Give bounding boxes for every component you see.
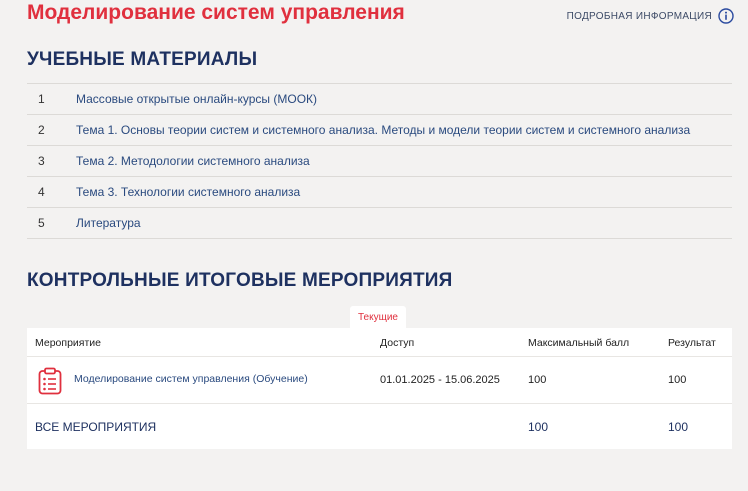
column-header-event: Мероприятие xyxy=(35,337,101,349)
table-total-row: ВСЕ МЕРОПРИЯТИЯ 100 100 xyxy=(27,404,732,449)
material-number: 1 xyxy=(38,92,45,106)
material-link[interactable]: Массовые открытые онлайн-курсы (МООК) xyxy=(76,92,317,106)
column-header-max-score: Максимальный балл xyxy=(528,337,630,349)
info-link[interactable]: ПОДРОБНАЯ ИНФОРМАЦИЯ xyxy=(567,8,734,24)
column-header-access: Доступ xyxy=(380,337,415,349)
total-max-score: 100 xyxy=(528,420,549,434)
material-row[interactable]: 2 Тема 1. Основы теории систем и системн… xyxy=(27,115,732,146)
event-result: 100 xyxy=(668,374,687,386)
materials-list: 1 Массовые открытые онлайн-курсы (МООК) … xyxy=(27,83,732,239)
table-header: Мероприятие Доступ Максимальный балл Рез… xyxy=(27,328,732,357)
material-link[interactable]: Тема 3. Технологии системного анализа xyxy=(76,185,300,199)
events-section-title: КОНТРОЛЬНЫЕ ИТОГОВЫЕ МЕРОПРИЯТИЯ xyxy=(27,270,453,291)
clipboard-task-icon xyxy=(38,367,62,395)
column-header-result: Результат xyxy=(668,337,716,349)
table-row: Моделирование систем управления (Обучени… xyxy=(27,357,732,404)
material-number: 2 xyxy=(38,123,45,137)
material-row[interactable]: 4 Тема 3. Технологии системного анализа xyxy=(27,177,732,208)
tab-current[interactable]: Текущие xyxy=(350,306,406,328)
material-number: 4 xyxy=(38,185,45,199)
material-link[interactable]: Тема 1. Основы теории систем и системног… xyxy=(76,123,690,137)
event-access-dates: 01.01.2025 - 15.06.2025 xyxy=(380,374,500,386)
material-number: 3 xyxy=(38,154,45,168)
material-number: 5 xyxy=(38,216,45,230)
event-link[interactable]: Моделирование систем управления (Обучени… xyxy=(74,373,308,385)
material-link[interactable]: Литература xyxy=(76,216,141,230)
info-link-label: ПОДРОБНАЯ ИНФОРМАЦИЯ xyxy=(566,10,712,22)
material-row[interactable]: 5 Литература xyxy=(27,208,732,239)
material-row[interactable]: 1 Массовые открытые онлайн-курсы (МООК) xyxy=(27,84,732,115)
material-link[interactable]: Тема 2. Методологии системного анализа xyxy=(76,154,310,168)
total-result: 100 xyxy=(668,420,689,434)
event-max-score: 100 xyxy=(528,374,547,386)
materials-section-title: УЧЕБНЫЕ МАТЕРИАЛЫ xyxy=(27,49,258,70)
info-circle-icon xyxy=(718,8,734,24)
material-row[interactable]: 3 Тема 2. Методологии системного анализа xyxy=(27,146,732,177)
course-title: Моделирование систем управления xyxy=(27,1,405,24)
events-table: Мероприятие Доступ Максимальный балл Рез… xyxy=(27,328,732,449)
total-label: ВСЕ МЕРОПРИЯТИЯ xyxy=(35,420,157,434)
